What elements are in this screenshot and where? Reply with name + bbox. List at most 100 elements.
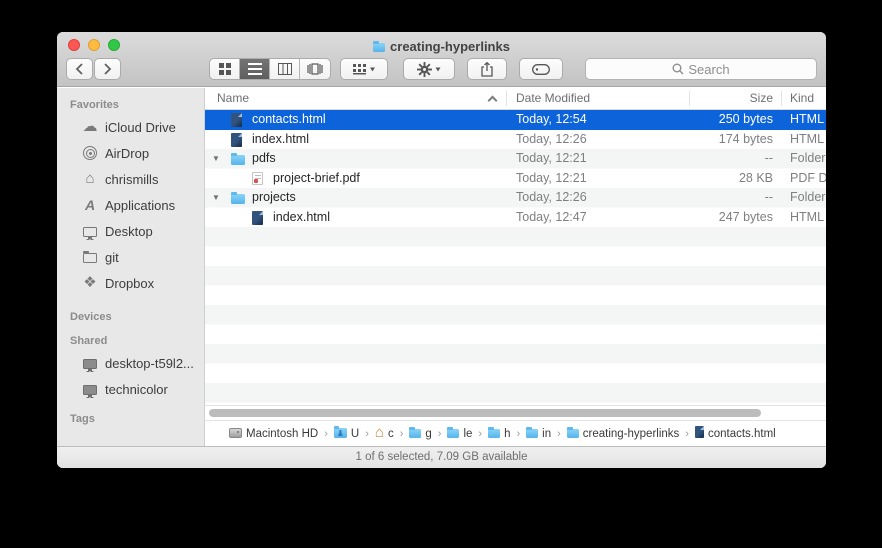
column-divider[interactable] <box>781 91 782 106</box>
sidebar-item-label: iCloud Drive <box>105 120 176 135</box>
sidebar-item-dropbox[interactable]: ❖Dropbox <box>57 270 204 296</box>
chevron-separator-icon: › <box>400 428 404 440</box>
forward-button[interactable] <box>94 58 121 80</box>
folder-icon <box>409 429 421 438</box>
chevron-separator-icon: › <box>478 428 482 440</box>
action-button[interactable]: ▾ <box>403 58 455 80</box>
path-item-c[interactable]: ⌂c <box>375 428 394 440</box>
table-row[interactable]: ▼pdfsToday, 12:21--Folder <box>205 149 826 169</box>
sidebar-item-label: AirDrop <box>105 146 149 161</box>
file-name: index.html <box>273 208 496 228</box>
path-item-label: c <box>388 428 394 440</box>
file-name: pdfs <box>252 149 496 169</box>
traffic-lights <box>68 39 120 51</box>
search-field[interactable]: Search <box>585 58 817 80</box>
table-row[interactable]: project-brief.pdfToday, 12:2128 KBPDF D <box>205 169 826 189</box>
home-icon: ⌂ <box>375 424 384 441</box>
file-name: index.html <box>252 130 496 150</box>
sidebar-item-desktop[interactable]: Desktop <box>57 218 204 244</box>
view-switcher <box>209 58 331 80</box>
sidebar-item-label: technicolor <box>105 382 168 397</box>
horizontal-scrollbar[interactable] <box>205 405 826 420</box>
tag-button[interactable] <box>519 58 563 80</box>
file-list: contacts.htmlToday, 12:54250 bytesHTMLin… <box>205 110 826 405</box>
sidebar-item-label: Dropbox <box>105 276 154 291</box>
sidebar-icon-slot: ☁ <box>82 120 98 134</box>
path-item-label: creating-hyperlinks <box>583 428 680 440</box>
sidebar-item-label: Applications <box>105 198 175 213</box>
html-file-icon <box>252 211 263 225</box>
folder-icon <box>488 429 500 438</box>
title-bar[interactable]: creating-hyperlinks <box>57 32 826 56</box>
list-view-button[interactable] <box>240 59 270 79</box>
chevron-left-icon <box>75 63 84 75</box>
sidebar-item-label: chrismills <box>105 172 158 187</box>
sidebar-icon-slot: A <box>82 198 98 212</box>
path-icon-slot <box>488 426 500 441</box>
sidebar-item-label: desktop-t59l2... <box>105 356 194 371</box>
html-file-icon <box>695 426 704 438</box>
path-bar: Macintosh HD›U›⌂c›g›le›h›in›creating-hyp… <box>205 420 826 446</box>
column-view-button[interactable] <box>270 59 300 79</box>
close-button[interactable] <box>68 39 80 51</box>
column-header-kind[interactable]: Kind <box>790 91 814 105</box>
chevron-down-icon: ▾ <box>370 65 375 74</box>
file-kind: HTML <box>790 110 824 130</box>
column-header-name[interactable]: Name <box>217 91 249 105</box>
path-icon-slot <box>695 426 704 441</box>
column-divider[interactable] <box>506 91 507 106</box>
arrange-button[interactable]: ▾ <box>340 58 388 80</box>
file-size: 28 KB <box>659 169 773 189</box>
grid-view-icon <box>219 63 231 75</box>
sidebar-section-label: Shared <box>57 330 204 350</box>
scrollbar-thumb[interactable] <box>209 409 761 417</box>
folder-icon <box>526 429 538 438</box>
path-item-h[interactable]: h <box>488 426 510 441</box>
file-date-modified: Today, 12:54 <box>516 110 587 130</box>
finder-window: creating-hyperlinks <box>57 32 826 468</box>
status-bar: 1 of 6 selected, 7.09 GB available <box>57 446 826 468</box>
path-item-le[interactable]: le <box>447 426 472 441</box>
column-header-size[interactable]: Size <box>659 91 773 105</box>
sidebar-item-git[interactable]: git <box>57 244 204 270</box>
folder-icon <box>231 155 245 165</box>
icon-view-button[interactable] <box>210 59 240 79</box>
path-item-creating-hyperlinks[interactable]: creating-hyperlinks <box>567 426 680 441</box>
sidebar-icon-slot: ⌂ <box>82 172 98 186</box>
path-item-in[interactable]: in <box>526 426 551 441</box>
zoom-button[interactable] <box>108 39 120 51</box>
hard-drive-icon <box>229 428 242 438</box>
disclosure-triangle-icon[interactable]: ▼ <box>212 188 220 208</box>
table-row[interactable]: index.htmlToday, 12:47247 bytesHTML <box>205 208 826 228</box>
table-row[interactable]: index.htmlToday, 12:26174 bytesHTML <box>205 130 826 150</box>
folder-icon <box>231 194 245 204</box>
file-date-modified: Today, 12:21 <box>516 149 587 169</box>
folder-icon <box>373 43 385 52</box>
file-date-modified: Today, 12:26 <box>516 130 587 150</box>
table-row[interactable]: ▼projectsToday, 12:26--Folder <box>205 188 826 208</box>
sidebar-item-desktop-t59l2-[interactable]: desktop-t59l2... <box>57 350 204 376</box>
share-button[interactable] <box>467 58 507 80</box>
chevron-right-icon <box>103 63 112 75</box>
users-folder-icon <box>334 428 347 438</box>
path-item-g[interactable]: g <box>409 426 431 441</box>
disclosure-triangle-icon[interactable]: ▼ <box>212 149 220 169</box>
sidebar-item-airdrop[interactable]: AirDrop <box>57 140 204 166</box>
file-name: contacts.html <box>252 110 496 130</box>
path-item-u[interactable]: U <box>334 426 359 441</box>
coverflow-view-button[interactable] <box>300 59 330 79</box>
sidebar-item-technicolor[interactable]: technicolor <box>57 376 204 402</box>
path-item-contacts-html[interactable]: contacts.html <box>695 426 776 441</box>
sidebar-item-icloud-drive[interactable]: ☁ iCloud Drive <box>57 114 204 140</box>
sidebar-item-chrismills[interactable]: ⌂ chrismills <box>57 166 204 192</box>
minimize-button[interactable] <box>88 39 100 51</box>
chevron-separator-icon: › <box>438 428 442 440</box>
table-row[interactable]: contacts.htmlToday, 12:54250 bytesHTML <box>205 110 826 130</box>
column-header-date[interactable]: Date Modified <box>516 91 590 105</box>
path-item-macintosh-hd[interactable]: Macintosh HD <box>229 427 318 441</box>
window-body: Favorites☁iCloud DriveAirDrop⌂chrismills… <box>57 88 826 446</box>
back-button[interactable] <box>66 58 93 80</box>
sidebar-item-applications[interactable]: A Applications <box>57 192 204 218</box>
html-file-icon <box>231 133 242 147</box>
search-placeholder: Search <box>688 62 729 77</box>
